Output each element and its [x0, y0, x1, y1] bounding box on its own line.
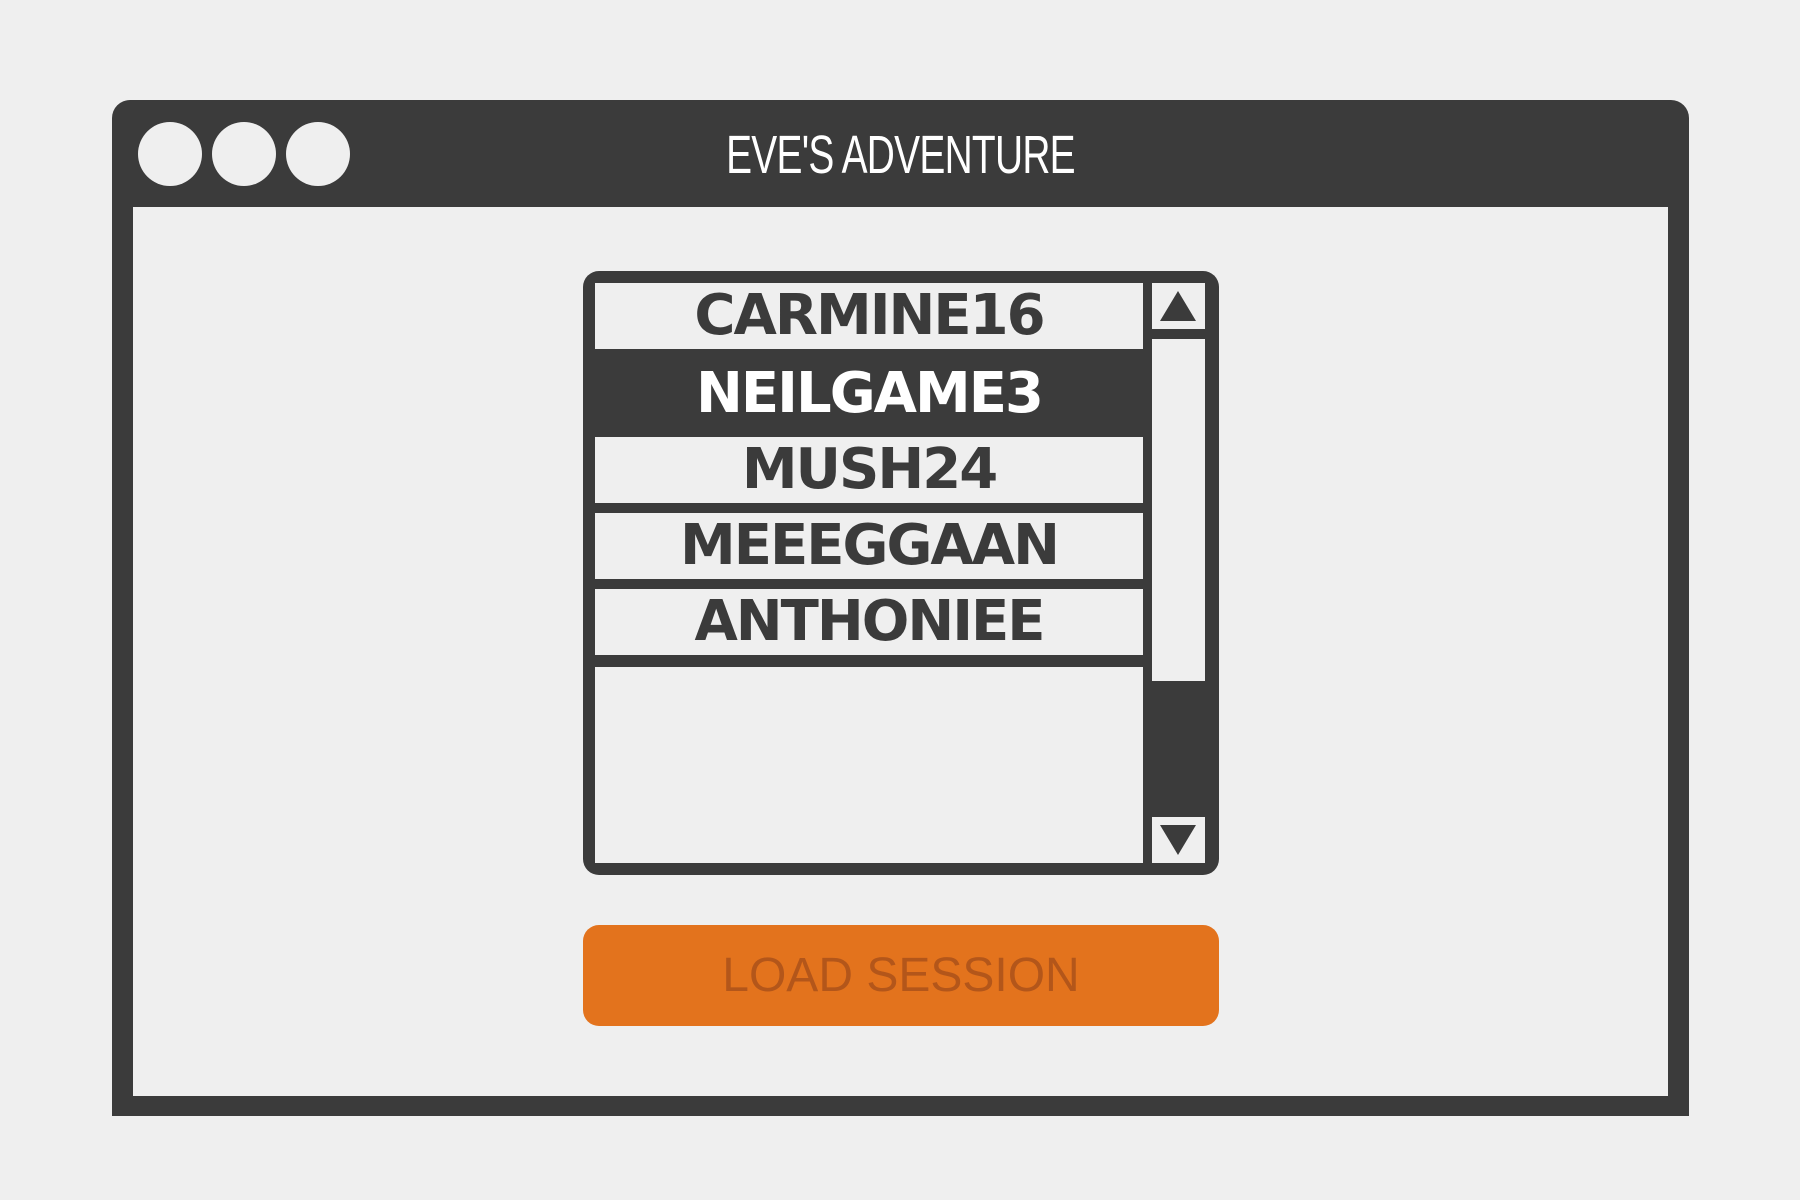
- list-item[interactable]: CARMINE16: [595, 283, 1143, 349]
- scroll-up-button[interactable]: [1152, 283, 1205, 329]
- window-title: EVE'S ADVENTURE: [726, 125, 1076, 185]
- window-content: CARMINE16 NEILGAME3 MUSH24 MEEEGGAAN ANT…: [133, 207, 1668, 1096]
- load-session-button[interactable]: LOAD SESSION: [583, 925, 1219, 1026]
- scrollbar[interactable]: [1150, 283, 1207, 863]
- window-dot-icon[interactable]: [138, 122, 202, 186]
- app-window: EVE'S ADVENTURE CARMINE16 NEILGAME3 MUSH…: [112, 100, 1689, 1116]
- list-item-selected[interactable]: NEILGAME3: [595, 361, 1143, 427]
- scroll-down-button[interactable]: [1152, 817, 1205, 863]
- triangle-down-icon: [1160, 825, 1196, 855]
- title-bar: EVE'S ADVENTURE: [112, 100, 1689, 207]
- list-item[interactable]: MUSH24: [595, 437, 1143, 503]
- session-listbox[interactable]: CARMINE16 NEILGAME3 MUSH24 MEEEGGAAN ANT…: [583, 271, 1219, 875]
- list-item[interactable]: MEEEGGAAN: [595, 513, 1143, 579]
- triangle-up-icon: [1160, 291, 1196, 321]
- session-list: CARMINE16 NEILGAME3 MUSH24 MEEEGGAAN ANT…: [595, 283, 1143, 863]
- scroll-thumb[interactable]: [1152, 339, 1205, 681]
- list-item[interactable]: ANTHONIEE: [595, 589, 1143, 655]
- list-empty-area: [595, 667, 1143, 863]
- window-dot-icon[interactable]: [212, 122, 276, 186]
